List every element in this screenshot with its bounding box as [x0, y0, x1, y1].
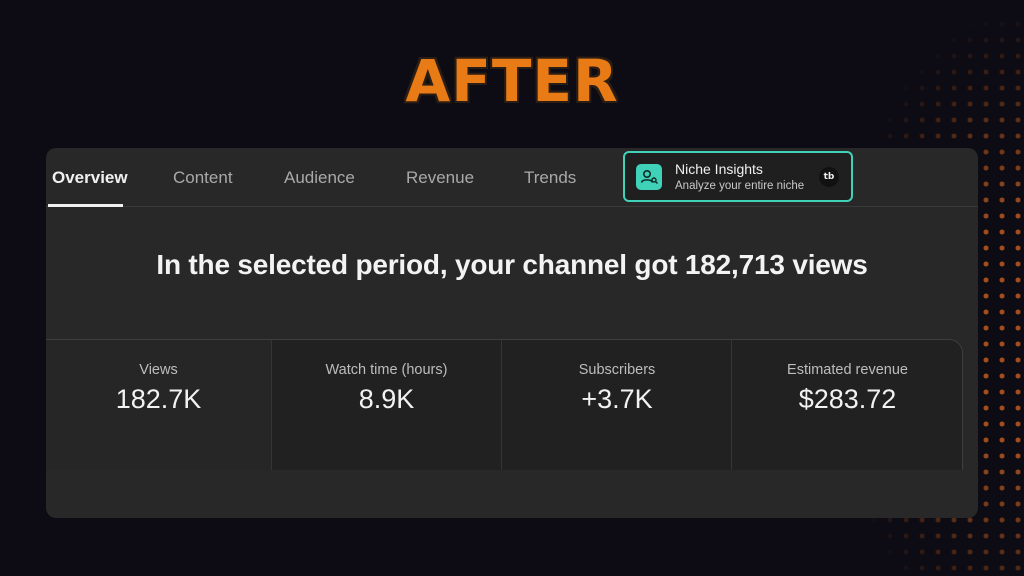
metrics-row: Views 182.7K Watch time (hours) 8.9K Sub… — [46, 339, 963, 470]
niche-insights-button[interactable]: Niche Insights Analyze your entire niche… — [623, 151, 853, 202]
metric-card-estimated-revenue[interactable]: Estimated revenue $283.72 — [731, 340, 962, 470]
tubebuddy-badge: tb — [819, 167, 839, 187]
metric-value: 8.9K — [358, 384, 415, 414]
niche-insights-subtitle: Analyze your entire niche — [675, 180, 805, 192]
tab-revenue[interactable]: Revenue — [406, 168, 474, 188]
user-search-icon — [636, 164, 662, 190]
active-tab-indicator — [48, 204, 123, 207]
metric-label: Estimated revenue — [787, 362, 908, 378]
tab-trends[interactable]: Trends — [524, 168, 576, 188]
tab-audience[interactable]: Audience — [284, 168, 355, 188]
metric-label: Watch time (hours) — [325, 362, 448, 378]
analytics-panel: Overview Content Audience Revenue Trends… — [46, 148, 978, 518]
metric-value: 182.7K — [115, 384, 202, 414]
tab-overview[interactable]: Overview — [52, 168, 128, 188]
metric-value: $283.72 — [798, 384, 897, 414]
metric-value: +3.7K — [581, 384, 653, 414]
metric-label: Views — [139, 362, 178, 378]
metric-label: Subscribers — [578, 362, 656, 378]
period-summary: In the selected period, your channel got… — [156, 249, 868, 280]
tab-bar: Overview Content Audience Revenue Trends… — [46, 148, 978, 207]
metric-card-watch-time[interactable]: Watch time (hours) 8.9K — [271, 340, 501, 470]
niche-insights-title: Niche Insights — [675, 161, 763, 177]
metric-card-views[interactable]: Views 182.7K — [46, 340, 271, 470]
metric-card-subscribers[interactable]: Subscribers +3.7K — [501, 340, 732, 470]
after-headline: AFTER — [405, 47, 619, 115]
tab-content[interactable]: Content — [173, 168, 233, 188]
